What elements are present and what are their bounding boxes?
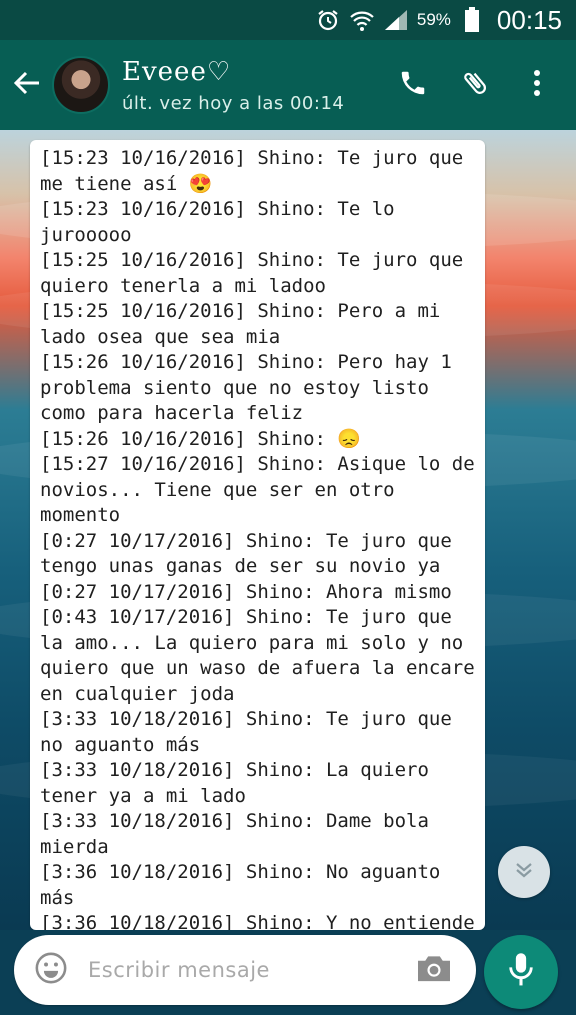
- camera-button[interactable]: [412, 948, 456, 992]
- avatar[interactable]: [52, 56, 110, 114]
- back-button[interactable]: [4, 40, 50, 130]
- scroll-to-bottom-button[interactable]: [498, 846, 550, 898]
- message-line: [15:23 10/16/2016] Shino: Te juro que me…: [40, 147, 475, 195]
- chat-background: [15:23 10/16/2016] Shino: Te juro que me…: [0, 130, 576, 930]
- message-line: [15:27 10/16/2016] Shino: Asique lo de n…: [40, 453, 485, 526]
- message-line: [3:33 10/18/2016] Shino: La quiero tener…: [40, 759, 441, 807]
- alarm-icon: [315, 7, 341, 33]
- emoji-button[interactable]: [32, 951, 70, 989]
- status-bar: 59% 00:15: [0, 0, 576, 40]
- mic-icon: [507, 952, 535, 992]
- back-arrow-icon: [12, 68, 42, 102]
- compose-bar: Escribir mensaje: [0, 930, 576, 1015]
- camera-icon: [415, 952, 453, 988]
- message-bubble[interactable]: [15:23 10/16/2016] Shino: Te juro que me…: [30, 140, 485, 930]
- battery-icon: [459, 7, 485, 33]
- message-line: [0:27 10/17/2016] Shino: Te juro que ten…: [40, 529, 464, 578]
- chevron-down-icon: [513, 859, 535, 885]
- clock: 00:15: [496, 4, 562, 35]
- battery-percent: 59%: [416, 10, 451, 29]
- message-list: [15:23 10/16/2016] Shino: Te juro que me…: [40, 146, 477, 930]
- message-line: [3:36 10/18/2016] Shino: No aguanto más: [40, 861, 452, 909]
- message-line: [0:43 10/17/2016] Shino: Te juro que la …: [40, 606, 485, 705]
- message-line: [0:27 10/17/2016] Shino: Ahora mismo: [40, 580, 452, 603]
- contact-info[interactable]: Eveee♡ últ. vez hoy a las 00:14: [122, 57, 394, 114]
- more-vert-icon: [532, 68, 542, 102]
- attach-icon: [460, 68, 490, 102]
- message-input[interactable]: Escribir mensaje: [14, 935, 476, 1005]
- voice-message-button[interactable]: [484, 935, 558, 1009]
- message-line: [3:36 10/18/2016] Shino: Y no entiende m…: [40, 912, 475, 930]
- phone-icon: [398, 68, 428, 102]
- message-line: [15:26 10/16/2016] Shino: Pero hay 1 pro…: [40, 351, 464, 424]
- call-button[interactable]: [394, 66, 432, 104]
- chat-header: Eveee♡ últ. vez hoy a las 00:14: [0, 40, 576, 130]
- attach-button[interactable]: [456, 66, 494, 104]
- message-line: [3:33 10/18/2016] Shino: Te juro que no …: [40, 708, 464, 756]
- message-line: [15:25 10/16/2016] Shino: Te juro que qu…: [40, 249, 475, 297]
- message-input-placeholder: Escribir mensaje: [88, 958, 270, 982]
- more-options-button[interactable]: [518, 66, 556, 104]
- wifi-icon: [349, 7, 375, 33]
- contact-name: Eveee♡: [122, 56, 232, 87]
- message-line: [15:23 10/16/2016] Shino: Te lo jurooooo: [40, 198, 407, 246]
- message-line: [3:33 10/18/2016] Shino: Dame bola mierd…: [40, 810, 441, 858]
- last-seen-status: últ. vez hoy a las 00:14: [122, 92, 345, 114]
- message-line: [15:26 10/16/2016] Shino: 😞: [40, 427, 362, 450]
- message-line: [15:25 10/16/2016] Shino: Pero a mi lado…: [40, 300, 452, 348]
- signal-icon: [383, 7, 409, 33]
- emoji-icon: [34, 951, 68, 989]
